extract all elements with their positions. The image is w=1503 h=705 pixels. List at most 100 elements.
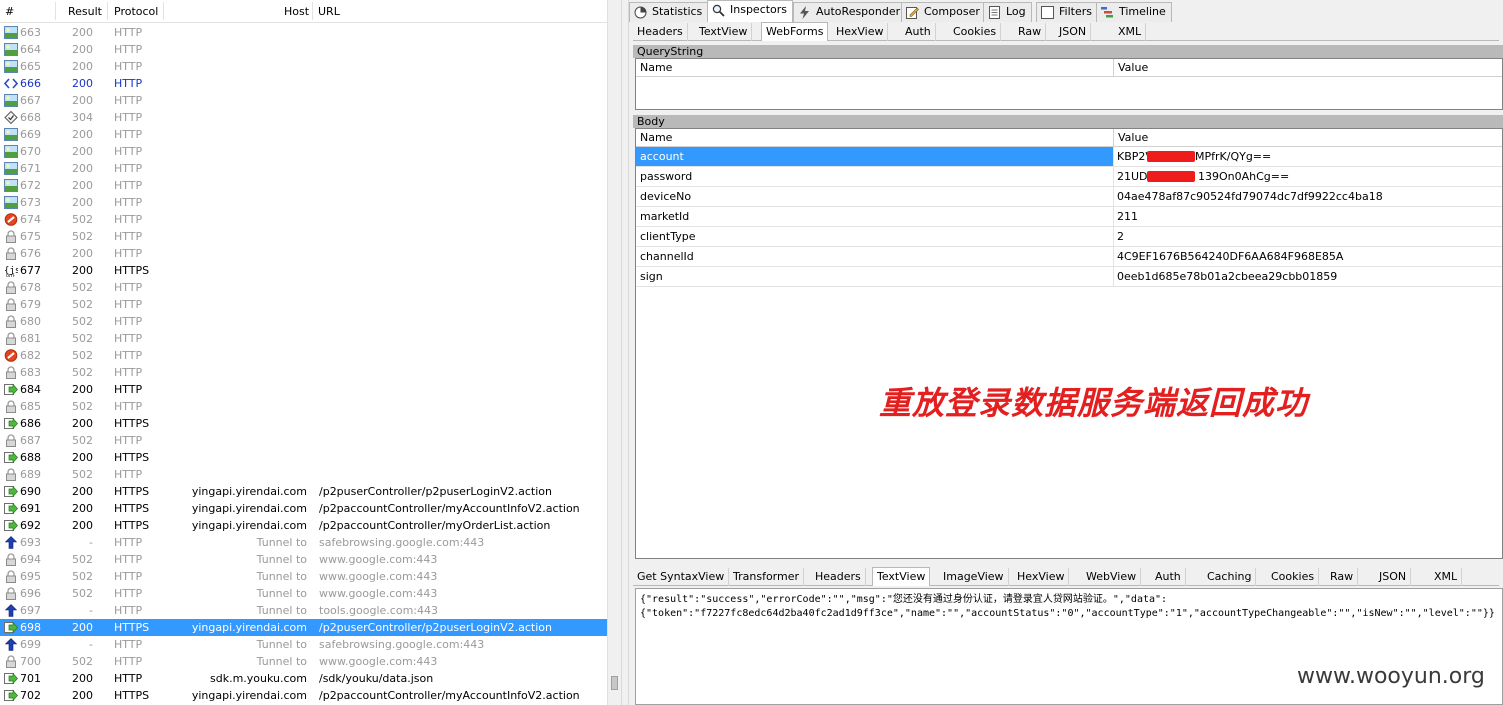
form-field-row-sign[interactable]: sign 0eeb1d685e78b01a2cbeea29cbb01859 — [636, 267, 1502, 287]
request-tab-json[interactable]: JSON — [1055, 23, 1092, 41]
request-tab-webforms[interactable]: WebForms — [761, 22, 829, 41]
tab-timeline[interactable]: Timeline — [1096, 2, 1172, 22]
session-row[interactable]: 690 200 HTTPS yingapi.yirendai.com/p2puserC… — [0, 483, 607, 500]
session-row[interactable]: 701 200 HTTP sdk.m.youku.com/sdk/youku/data… — [0, 670, 607, 687]
column-separator[interactable] — [163, 2, 164, 20]
response-tab-imageview[interactable]: ImageView — [939, 568, 1009, 586]
form-field-row-clientType[interactable]: clientType 2 — [636, 227, 1502, 247]
session-row[interactable]: 697 - HTTP Tunnel to tools.google.com:443 — [0, 602, 607, 619]
request-tab-hexview[interactable]: HexView — [832, 23, 889, 41]
column-header-number[interactable]: # — [5, 5, 14, 18]
session-row[interactable]: 663 200 HTTP — [0, 24, 607, 41]
response-tab-cookies[interactable]: Cookies — [1267, 568, 1320, 586]
tab-composer[interactable]: Composer — [901, 2, 986, 22]
session-row[interactable]: 688 200 HTTPS — [0, 449, 607, 466]
response-tab-raw[interactable]: Raw — [1326, 568, 1359, 586]
session-row[interactable]: 696 502 HTTP Tunnel to www.google.com:443 — [0, 585, 607, 602]
column-header-result[interactable]: Result — [68, 5, 102, 18]
session-row[interactable]: 699 - HTTP Tunnel to safebrowsing.google.com… — [0, 636, 607, 653]
session-row-selected[interactable]: 698 200 HTTPS yingapi.yirendai.com/p2puserC… — [0, 619, 607, 636]
session-row[interactable]: 679 502 HTTP — [0, 296, 607, 313]
form-field-row-account[interactable]: account KBP2V MPfrK/QYg== — [636, 147, 1502, 167]
response-tab-hexview[interactable]: HexView — [1013, 568, 1070, 586]
session-row[interactable]: 670 200 HTTP — [0, 143, 607, 160]
session-row[interactable]: {js on} 677 200 HTTPS — [0, 262, 607, 279]
scrollbar-thumb[interactable] — [611, 676, 618, 690]
session-row[interactable]: 678 502 HTTP — [0, 279, 607, 296]
session-row[interactable]: 664 200 HTTP — [0, 41, 607, 58]
session-row[interactable]: 692 200 HTTPS yingapi.yirendai.com/p2paccou… — [0, 517, 607, 534]
field-value-cell[interactable]: 21UDv 139On0AhCg== — [1114, 167, 1494, 186]
response-tab-headers[interactable]: Headers — [811, 568, 866, 586]
session-row[interactable]: 700 502 HTTP Tunnel to www.google.com:443 — [0, 653, 607, 670]
session-row[interactable]: 685 502 HTTP — [0, 398, 607, 415]
session-row[interactable]: 691 200 HTTPS yingapi.yirendai.com/p2paccou… — [0, 500, 607, 517]
session-row[interactable]: 667 200 HTTP — [0, 92, 607, 109]
request-tab-textview[interactable]: TextView — [695, 23, 753, 41]
field-value-cell[interactable]: KBP2V MPfrK/QYg== — [1114, 147, 1494, 166]
column-header-host[interactable]: Host — [284, 5, 309, 18]
session-row[interactable]: 683 502 HTTP — [0, 364, 607, 381]
request-tab-auth[interactable]: Auth — [901, 23, 936, 41]
name-column-header[interactable]: Name — [640, 129, 672, 146]
session-row[interactable]: 682 502 HTTP — [0, 347, 607, 364]
session-row[interactable]: 671 200 HTTP — [0, 160, 607, 177]
tab-filters[interactable]: Filters — [1036, 2, 1098, 22]
session-row[interactable]: 694 502 HTTP Tunnel to www.google.com:443 — [0, 551, 607, 568]
field-value-cell[interactable]: 0eeb1d685e78b01a2cbeea29cbb01859 — [1114, 267, 1494, 286]
session-row[interactable]: 666 200 HTTP — [0, 75, 607, 92]
request-tab-xml[interactable]: XML — [1114, 23, 1147, 41]
column-separator[interactable] — [55, 2, 56, 20]
session-row[interactable]: 665 200 HTTP — [0, 58, 607, 75]
value-column-header[interactable]: Value — [1118, 59, 1148, 76]
session-list-scrollbar[interactable] — [607, 0, 621, 705]
session-row[interactable]: 687 502 HTTP — [0, 432, 607, 449]
session-row[interactable]: 675 502 HTTP — [0, 228, 607, 245]
field-value-cell[interactable]: 04ae478af87c90524fd79074dc7df9922cc4ba18 — [1114, 187, 1494, 206]
tab-inspectors[interactable]: Inspectors — [707, 0, 794, 22]
session-row[interactable]: 673 200 HTTP — [0, 194, 607, 211]
pane-splitter[interactable] — [621, 0, 629, 705]
form-field-row-marketId[interactable]: marketId 211 — [636, 207, 1502, 227]
request-tab-cookies[interactable]: Cookies — [949, 23, 1002, 41]
field-value-cell[interactable]: 211 — [1114, 207, 1494, 226]
response-tab-webview[interactable]: WebView — [1082, 568, 1142, 586]
column-separator[interactable] — [107, 2, 108, 20]
column-separator[interactable] — [312, 2, 313, 20]
tab-log[interactable]: Log — [983, 2, 1032, 22]
response-tab-xml[interactable]: XML — [1430, 568, 1463, 586]
session-row[interactable]: 681 502 HTTP — [0, 330, 607, 347]
session-row[interactable]: 689 502 HTTP — [0, 466, 607, 483]
response-tab-transformer[interactable]: Transformer — [729, 568, 805, 586]
response-tab-caching[interactable]: Caching — [1203, 568, 1257, 586]
tab-autoresponder[interactable]: AutoResponder — [793, 2, 907, 22]
session-row[interactable]: 702 200 HTTPS yingapi.yirendai.com/p2paccou… — [0, 687, 607, 704]
session-row[interactable]: 669 200 HTTP — [0, 126, 607, 143]
session-row[interactable]: 668 304 HTTP — [0, 109, 607, 126]
session-row[interactable]: 674 502 HTTP — [0, 211, 607, 228]
request-tab-headers[interactable]: Headers — [633, 23, 688, 41]
form-field-row-password[interactable]: password 21UDv 139On0AhCg== — [636, 167, 1502, 187]
response-body-text[interactable]: {"result":"success","errorCode":"","msg"… — [640, 593, 1495, 621]
field-value-cell[interactable]: 2 — [1114, 227, 1494, 246]
response-tab-get-syntaxview[interactable]: Get SyntaxView — [633, 568, 730, 586]
name-column-header[interactable]: Name — [640, 59, 672, 76]
tab-statistics[interactable]: Statistics — [629, 2, 709, 22]
session-row[interactable]: 676 200 HTTP — [0, 245, 607, 262]
response-tab-textview[interactable]: TextView — [872, 567, 931, 586]
column-header-url[interactable]: URL — [318, 5, 340, 18]
column-header-protocol[interactable]: Protocol — [114, 5, 158, 18]
value-column-header[interactable]: Value — [1118, 129, 1148, 146]
session-row[interactable]: 680 502 HTTP — [0, 313, 607, 330]
session-row[interactable]: 686 200 HTTPS — [0, 415, 607, 432]
body-grid[interactable]: Name Value account KBP2V MPfrK/QYg== passwo… — [635, 128, 1503, 559]
session-row[interactable]: 693 - HTTP Tunnel to safebrowsing.google.com… — [0, 534, 607, 551]
request-tab-raw[interactable]: Raw — [1014, 23, 1047, 41]
form-field-row-deviceNo[interactable]: deviceNo 04ae478af87c90524fd79074dc7df992… — [636, 187, 1502, 207]
querystring-grid[interactable]: Name Value — [635, 58, 1503, 110]
session-row[interactable]: 684 200 HTTP — [0, 381, 607, 398]
form-field-row-channelId[interactable]: channelId 4C9EF1676B564240DF6AA684F968E85… — [636, 247, 1502, 267]
response-tab-auth[interactable]: Auth — [1151, 568, 1186, 586]
response-tab-json[interactable]: JSON — [1375, 568, 1412, 586]
session-row[interactable]: 672 200 HTTP — [0, 177, 607, 194]
